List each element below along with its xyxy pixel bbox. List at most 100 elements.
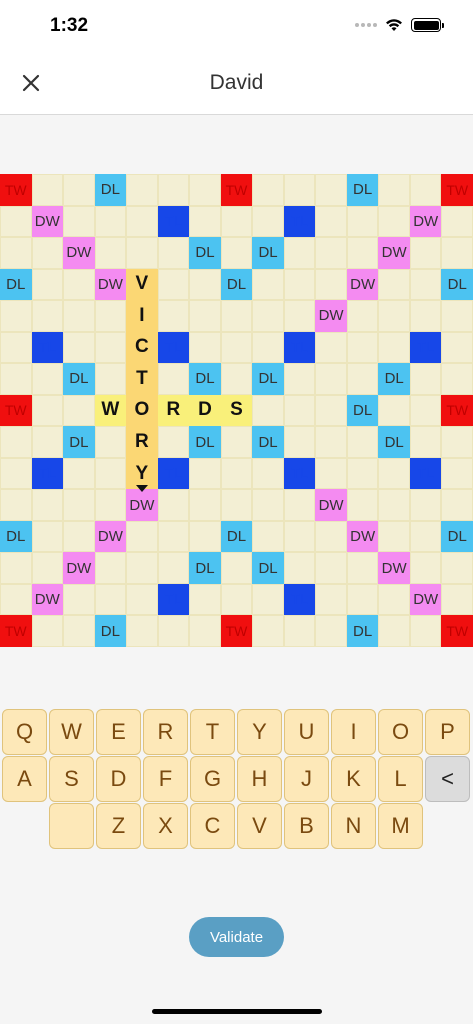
board-cell[interactable]: [252, 489, 284, 521]
board-cell-dw[interactable]: DW: [31, 205, 64, 238]
board-cell-dw[interactable]: DW: [346, 520, 379, 553]
board-cell-tl[interactable]: TL: [283, 583, 316, 616]
board-cell[interactable]: [31, 174, 64, 206]
board-cell[interactable]: [0, 489, 32, 521]
board-cell[interactable]: [31, 237, 64, 269]
board-cell-dl[interactable]: DL: [0, 520, 32, 553]
key-w[interactable]: W: [49, 709, 94, 755]
board-cell-dw[interactable]: DW: [346, 268, 379, 301]
board-cell[interactable]: [0, 363, 32, 395]
board-cell-tw[interactable]: TW: [220, 615, 253, 647]
board-cell-tl[interactable]: TL: [31, 331, 64, 364]
board-cell[interactable]: [378, 300, 410, 332]
board-cell[interactable]: [126, 552, 158, 584]
board-cell[interactable]: [157, 174, 190, 206]
board-cell[interactable]: [346, 237, 379, 269]
board-cell[interactable]: [189, 268, 221, 301]
board-cell[interactable]: [315, 552, 347, 584]
board-cell[interactable]: [378, 457, 410, 490]
board-cell[interactable]: [94, 489, 127, 521]
letter-tile[interactable]: C: [126, 331, 158, 364]
board-cell[interactable]: [409, 174, 442, 206]
board-cell-dl[interactable]: DL: [441, 268, 473, 301]
board-cell[interactable]: [315, 457, 347, 490]
board-cell[interactable]: [126, 615, 158, 647]
board-cell-dl[interactable]: DL: [346, 615, 379, 647]
board-cell[interactable]: [220, 457, 253, 490]
board-cell-dw[interactable]: DW: [63, 237, 95, 269]
board-cell[interactable]: [252, 268, 284, 301]
board-cell[interactable]: [0, 237, 32, 269]
board-cell[interactable]: [0, 205, 32, 238]
key-h[interactable]: H: [237, 756, 282, 802]
board-cell[interactable]: [126, 583, 158, 616]
board-cell[interactable]: [441, 457, 473, 490]
key-f[interactable]: F: [143, 756, 188, 802]
board-cell[interactable]: [63, 174, 95, 206]
board-cell[interactable]: [315, 615, 347, 647]
board-cell[interactable]: [315, 205, 347, 238]
board-cell[interactable]: [157, 520, 190, 553]
board-cell[interactable]: [63, 300, 95, 332]
board-cell[interactable]: [0, 331, 32, 364]
board-cell[interactable]: [157, 552, 190, 584]
board-cell[interactable]: [283, 520, 316, 553]
board-cell[interactable]: [346, 426, 379, 458]
board-cell[interactable]: [378, 583, 410, 616]
key-a[interactable]: A: [2, 756, 47, 802]
key-q[interactable]: Q: [2, 709, 47, 755]
board-cell[interactable]: [94, 205, 127, 238]
board-cell[interactable]: [378, 520, 410, 553]
letter-tile[interactable]: S: [220, 394, 253, 427]
board-cell[interactable]: [220, 205, 253, 238]
board-cell[interactable]: [283, 489, 316, 521]
key-s[interactable]: S: [49, 756, 94, 802]
key-u[interactable]: U: [284, 709, 329, 755]
board-cell[interactable]: [346, 331, 379, 364]
board-cell[interactable]: [157, 268, 190, 301]
board-cell[interactable]: [63, 268, 95, 301]
board-cell-tl[interactable]: TL: [283, 331, 316, 364]
key-m[interactable]: M: [378, 803, 423, 849]
board-cell[interactable]: [0, 300, 32, 332]
board-cell[interactable]: [126, 520, 158, 553]
board-cell[interactable]: [157, 237, 190, 269]
board-cell[interactable]: [346, 363, 379, 395]
board-cell-tl[interactable]: TL: [157, 583, 190, 616]
board-cell[interactable]: [441, 552, 473, 584]
key-y[interactable]: Y: [237, 709, 282, 755]
board-cell[interactable]: [94, 552, 127, 584]
board-cell[interactable]: [441, 237, 473, 269]
board-cell[interactable]: [346, 552, 379, 584]
board-cell[interactable]: [252, 394, 284, 427]
board-cell-dl[interactable]: DL: [441, 520, 473, 553]
board-cell-dw[interactable]: DW: [315, 300, 347, 332]
board-cell[interactable]: [31, 426, 64, 458]
board-cell-tl[interactable]: TL: [157, 205, 190, 238]
board-cell[interactable]: [378, 615, 410, 647]
board-cell-dl[interactable]: DL: [189, 552, 221, 584]
board-cell-tw[interactable]: TW: [441, 615, 473, 647]
letter-tile[interactable]: R: [126, 426, 158, 458]
board-cell-dl[interactable]: DL: [189, 363, 221, 395]
board-cell[interactable]: [63, 489, 95, 521]
board-cell[interactable]: [189, 457, 221, 490]
board-cell[interactable]: [63, 615, 95, 647]
board-cell-dl[interactable]: DL: [63, 363, 95, 395]
board-cell[interactable]: [378, 205, 410, 238]
board-cell[interactable]: [409, 615, 442, 647]
board-cell-dw[interactable]: DW: [94, 520, 127, 553]
board-cell[interactable]: [409, 426, 442, 458]
board-cell[interactable]: [315, 237, 347, 269]
board-cell[interactable]: [283, 237, 316, 269]
board-cell[interactable]: [283, 394, 316, 427]
board-cell[interactable]: [441, 489, 473, 521]
board-cell[interactable]: [189, 331, 221, 364]
board-cell[interactable]: [378, 331, 410, 364]
board-cell[interactable]: [94, 583, 127, 616]
board-cell[interactable]: [220, 426, 253, 458]
board-cell[interactable]: [94, 363, 127, 395]
board-cell-tl[interactable]: TL: [31, 457, 64, 490]
board-cell[interactable]: [315, 520, 347, 553]
board-cell[interactable]: [283, 426, 316, 458]
